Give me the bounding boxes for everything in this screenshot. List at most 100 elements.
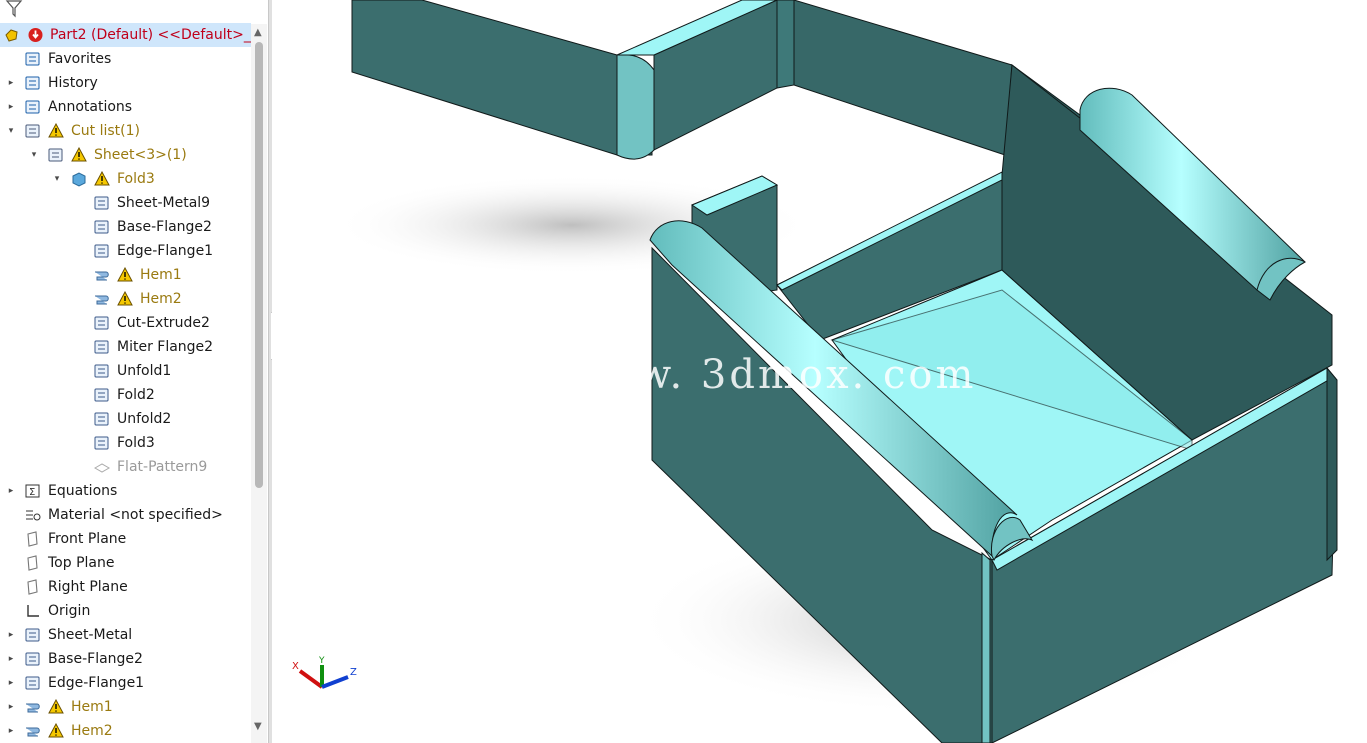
tree-item[interactable]: Material <not specified> — [0, 503, 251, 527]
rebuild-error-icon — [28, 28, 43, 42]
origin-icon — [27, 605, 39, 617]
cut-extrude-icon — [94, 316, 109, 330]
tree-item-label: Top Plane — [48, 555, 115, 571]
scroll-down-icon[interactable]: ▼ — [254, 721, 262, 732]
tree-item-label: Annotations — [48, 99, 133, 115]
tree-item-label: Sheet-Metal — [48, 627, 133, 643]
hem-icon — [26, 727, 40, 737]
tree-item[interactable]: Edge-Flange1 — [0, 239, 251, 263]
graphics-area[interactable]: w. 3dmox. com X Y Z — [272, 0, 1367, 743]
tree-item[interactable]: ▸ Annotations — [0, 95, 251, 119]
filter-icon[interactable] — [4, 0, 24, 18]
tree-item[interactable]: Front Plane — [0, 527, 251, 551]
tree-item-label: Miter Flange2 — [117, 339, 214, 355]
solid-body-icon — [72, 172, 86, 187]
tree-item[interactable]: ▸ Hem2 — [0, 719, 251, 743]
edge-flange-icon — [94, 244, 109, 258]
tree-item-label: Cut list(1) — [71, 123, 140, 139]
tree-item[interactable]: Right Plane — [0, 575, 251, 599]
tree-item-label: Cut-Extrude2 — [117, 315, 210, 331]
tree-item-label: Unfold2 — [117, 411, 172, 427]
tree-item[interactable]: Base-Flange2 — [0, 215, 251, 239]
tree-item[interactable]: Miter Flange2 — [0, 335, 251, 359]
cut-list-icon — [25, 124, 40, 138]
warning-icon — [48, 723, 64, 738]
feature-manager-tree: Part2 (Default) <<Default>_Di Favorites ▸… — [0, 0, 268, 743]
expand-arrow-icon[interactable]: ▸ — [5, 671, 17, 695]
plane-icon — [27, 579, 38, 595]
equations-icon: Σ — [25, 484, 40, 498]
z-axis-label: Z — [350, 667, 357, 678]
scroll-up-icon[interactable]: ▲ — [254, 27, 262, 38]
tree-item[interactable]: ▸ History — [0, 71, 251, 95]
fold-icon — [94, 388, 109, 402]
expand-arrow-icon[interactable]: ▸ — [5, 95, 17, 119]
tree-item[interactable]: Cut-Extrude2 — [0, 311, 251, 335]
base-flange-icon — [25, 652, 40, 666]
collapse-arrow-icon[interactable]: ▾ — [5, 119, 17, 143]
hem-icon — [95, 295, 109, 305]
tree-item-label: Sheet-Metal9 — [117, 195, 211, 211]
tree-item-label: Flat-Pattern9 — [117, 459, 208, 475]
watermark-text: w. 3dmox. com — [637, 352, 976, 398]
expand-arrow-icon[interactable]: ▸ — [5, 71, 17, 95]
expand-arrow-icon[interactable]: ▸ — [5, 479, 17, 503]
tree-item-label: Origin — [48, 603, 91, 619]
collapse-arrow-icon[interactable]: ▾ — [51, 167, 63, 191]
tree-item[interactable]: Unfold1 — [0, 359, 251, 383]
flat-pattern-icon — [93, 463, 110, 473]
tree-item[interactable]: Fold3 — [0, 431, 251, 455]
expand-arrow-icon[interactable]: ▸ — [5, 695, 17, 719]
coordinate-triad: X Y Z — [292, 656, 357, 689]
material-icon — [26, 510, 41, 521]
plane-icon — [27, 531, 38, 547]
collapse-arrow-icon[interactable]: ▾ — [28, 143, 40, 167]
tree-item[interactable]: ▾ Cut list(1) — [0, 119, 251, 143]
part-label: Part2 (Default) <<Default>_Di — [50, 27, 266, 43]
tree-item[interactable]: Top Plane — [0, 551, 251, 575]
tree-item[interactable]: ▸ Σ Equations — [0, 479, 251, 503]
plane-icon — [27, 555, 38, 571]
tree-item-part[interactable]: Part2 (Default) <<Default>_Di — [0, 23, 266, 47]
sheet-metal-icon — [94, 196, 109, 210]
tree-item-label: Equations — [48, 483, 118, 499]
tree-item-label: Edge-Flange1 — [117, 243, 214, 259]
warning-icon — [48, 699, 64, 714]
tree-item[interactable]: ▸ Base-Flange2 — [0, 647, 251, 671]
warning-icon — [117, 291, 133, 306]
expand-arrow-icon[interactable]: ▸ — [5, 623, 17, 647]
fold-icon — [94, 436, 109, 450]
tree-item[interactable]: Hem1 — [0, 263, 251, 287]
tree-item[interactable]: Hem2 — [0, 287, 251, 311]
warning-icon — [117, 267, 133, 282]
tree-item-label: Fold2 — [117, 387, 155, 403]
warning-icon — [71, 147, 87, 162]
scroll-thumb[interactable] — [255, 42, 263, 488]
tree-item[interactable]: ▸ Sheet-Metal — [0, 623, 251, 647]
tree-item[interactable]: Origin — [0, 599, 251, 623]
y-axis-label: Y — [318, 656, 325, 666]
tree-item[interactable]: Fold2 — [0, 383, 251, 407]
history-icon — [25, 76, 40, 90]
tree-item[interactable]: ▾ Fold3 — [0, 167, 251, 191]
tree-item[interactable]: ▸ Hem1 — [0, 695, 251, 719]
tree-item[interactable]: Flat-Pattern9 — [0, 455, 251, 479]
z-axis-arrow — [321, 675, 349, 689]
tree-item-label: Hem2 — [71, 723, 113, 739]
tree-item-label: Fold3 — [117, 435, 155, 451]
tree-item[interactable]: Unfold2 — [0, 407, 251, 431]
unfold-icon — [94, 412, 109, 426]
unfold-icon — [94, 364, 109, 378]
tree-item-label: Fold3 — [117, 171, 155, 187]
tree-item-label: Edge-Flange1 — [48, 675, 145, 691]
tree-item-label: Base-Flange2 — [117, 219, 212, 235]
svg-text:Σ: Σ — [29, 487, 35, 498]
expand-arrow-icon[interactable]: ▸ — [5, 719, 17, 743]
expand-arrow-icon[interactable]: ▸ — [5, 647, 17, 671]
tree-item[interactable]: ▸ Edge-Flange1 — [0, 671, 251, 695]
tree-item[interactable]: Sheet-Metal9 — [0, 191, 251, 215]
tree-item[interactable]: Favorites — [0, 47, 251, 71]
x-axis-arrow — [298, 669, 324, 689]
hem-icon — [26, 703, 40, 713]
tree-item[interactable]: ▾ Sheet<3>(1) — [0, 143, 251, 167]
